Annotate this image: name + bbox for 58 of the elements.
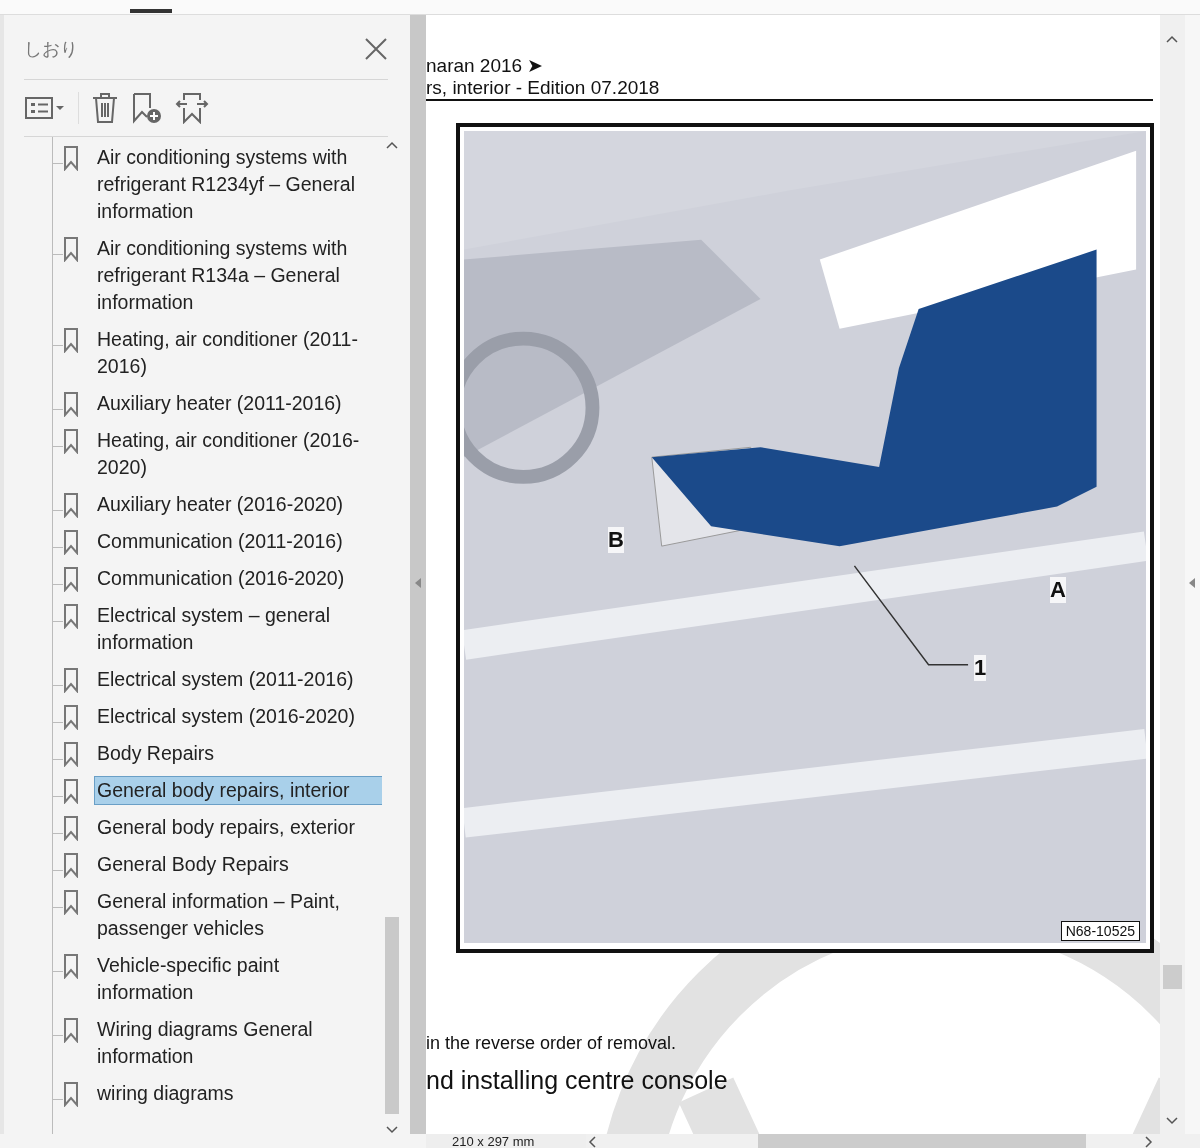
bookmark-icon [63,667,79,693]
bookmark-item[interactable]: Electrical system (2016-2020) [95,703,382,730]
bookmark-icon [63,953,79,979]
active-tab-indicator [130,9,172,13]
figure-label: B [608,527,624,553]
bookmark-item[interactable]: Air conditioning systems with refrigerant R134a – General information [95,235,382,316]
document-subheader: rs, interior - Edition 07.2018 [426,77,661,99]
bookmark-item[interactable]: Air conditioning systems with refrigerant R1234yf – General information [95,144,382,225]
page-size-label: 210 x 297 mm [426,1134,586,1148]
bookmark-item[interactable]: Electrical system (2011-2016) [95,666,382,693]
options-menu-icon[interactable] [24,95,66,121]
bookmark-item[interactable]: Electrical system – general information [95,602,382,656]
bookmark-icon [63,603,79,629]
bookmark-icon [63,741,79,767]
bookmark-item[interactable]: General body repairs, exterior [95,814,382,841]
bookmark-icon [63,1081,79,1107]
bookmark-icon [63,1017,79,1043]
bookmark-icon [63,852,79,878]
bookmark-item[interactable]: Heating, air conditioner (2016-2020) [95,427,382,481]
scrollbar-thumb[interactable] [1163,965,1182,989]
bookmark-item[interactable]: Wiring diagrams General information [95,1016,382,1070]
section-heading: nd installing centre console [426,1066,729,1095]
bookmark-item[interactable]: General body repairs, interior [95,777,382,804]
close-icon[interactable] [364,37,388,61]
bookmark-item[interactable]: Auxiliary heater (2011-2016) [95,390,382,417]
bookmark-item[interactable]: Communication (2016-2020) [95,565,382,592]
figure-code: N68-10525 [1060,921,1140,941]
bookmark-item[interactable]: wiring diagrams [95,1080,382,1107]
scrollbar-thumb[interactable] [758,1134,1086,1148]
expand-arrow-icon[interactable] [1188,577,1196,589]
expand-bookmark-icon[interactable] [175,92,209,124]
figure-label: A [1050,577,1066,603]
trash-icon[interactable] [91,92,119,124]
add-bookmark-icon[interactable] [131,92,163,124]
bookmark-icon [63,428,79,454]
bookmark-item[interactable]: Auxiliary heater (2016-2020) [95,491,382,518]
bookmark-icon [63,704,79,730]
bookmark-item[interactable]: Body Repairs [95,740,382,767]
bookmark-icon [63,236,79,262]
bookmark-icon [63,889,79,915]
bookmark-icon [63,778,79,804]
panel-title: しおり [24,37,78,61]
bookmark-icon [63,529,79,555]
bookmark-icon [63,391,79,417]
bookmark-icon [63,566,79,592]
bookmark-item[interactable]: Heating, air conditioner (2011-2016) [95,326,382,380]
bookmark-icon [63,327,79,353]
bookmark-item[interactable]: General Body Repairs [95,851,382,878]
bookmark-item[interactable]: General information – Paint, passenger vehicles [95,888,382,942]
document-header: naran 2016 ➤ [426,54,545,77]
bookmark-icon [63,145,79,171]
figure-label: 1 [974,655,987,681]
bookmark-item[interactable]: Vehicle-specific paint information [95,952,382,1006]
bookmark-icon [63,815,79,841]
body-text: in the reverse order of removal. [426,1033,678,1054]
bookmark-icon [63,492,79,518]
bookmark-item[interactable]: Communication (2011-2016) [95,528,382,555]
scrollbar-thumb[interactable] [385,917,399,1114]
